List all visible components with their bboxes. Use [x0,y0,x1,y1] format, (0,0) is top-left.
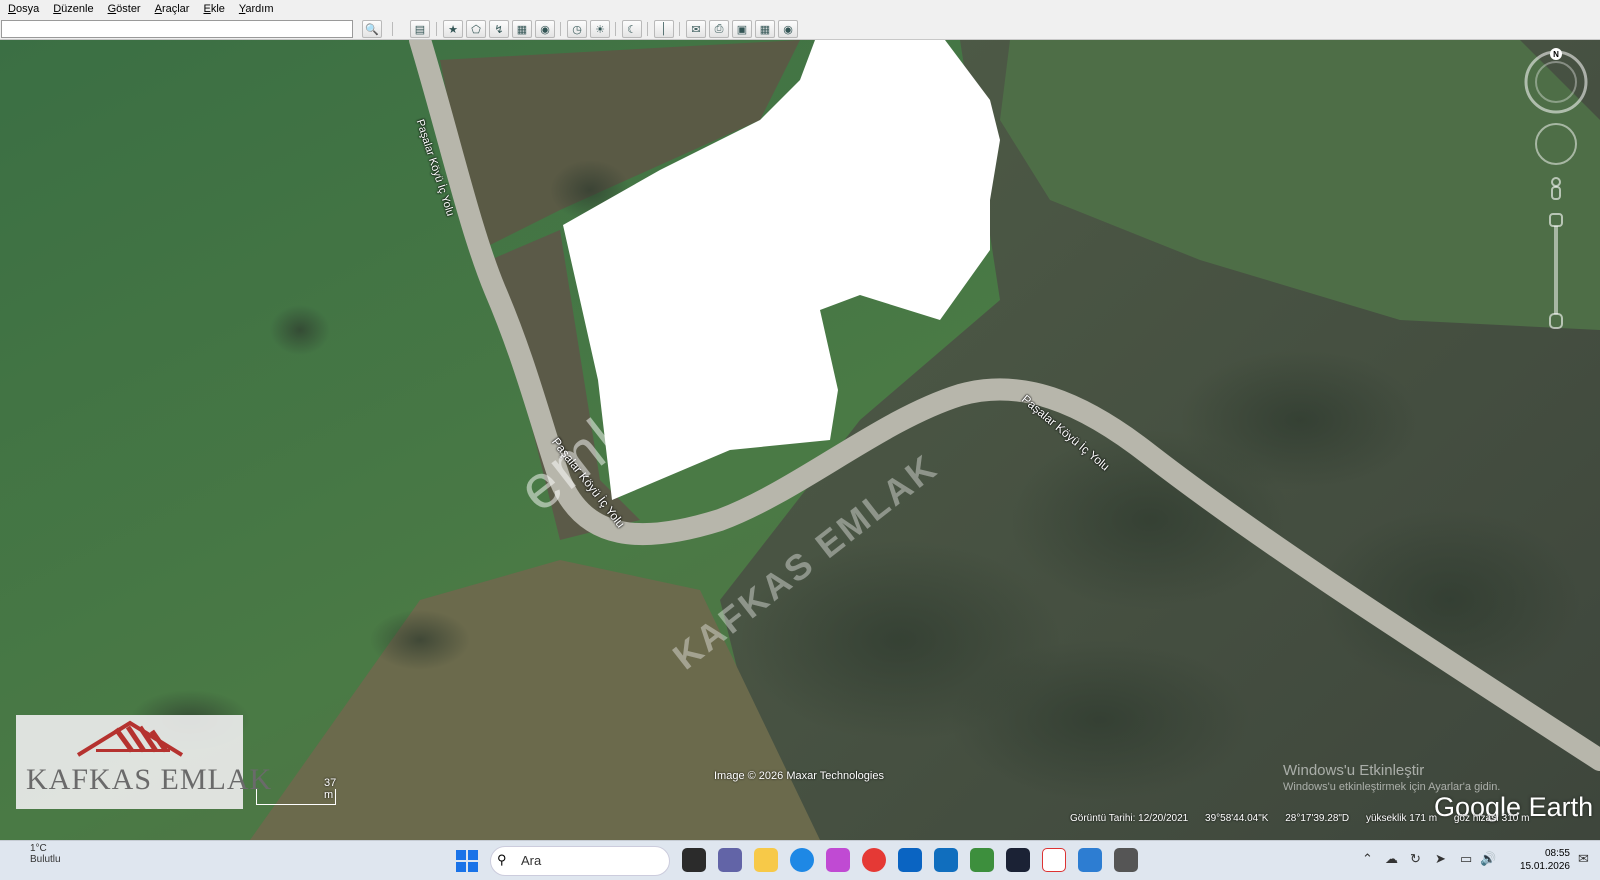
search-icon: ⚲ [497,852,507,867]
clock-date: 15.01.2026 [1519,861,1570,872]
status-bar: Görüntü Tarihi: 12/20/2021 39°58'44.04"K… [1070,813,1543,824]
vpn-icon[interactable] [1114,848,1138,872]
weather-widget[interactable]: 1°C Bulutlu [30,843,61,865]
volume-icon[interactable]: 🔊 [1480,851,1496,867]
file-explorer-icon[interactable] [754,848,778,872]
print-icon[interactable]: ⎙ [709,20,729,38]
navigation-controls: N [1520,44,1590,334]
compass-north-label: N [1553,50,1559,59]
menu-add[interactable]: Ekle [195,3,230,15]
eye-altitude: göz hizası 310 m [1453,813,1530,824]
chevron-up-icon[interactable]: ⌃ [1362,851,1373,867]
teams-icon[interactable] [718,848,742,872]
historical-imagery-icon[interactable]: ◷ [567,20,587,38]
taskbar-search[interactable]: Ara [490,846,670,876]
windows-start-icon[interactable] [455,849,479,873]
windows-taskbar: 1°C Bulutlu Ara ⚲ ⌃ ☁ ↻ ➤ ▭ 🔊 08:55 15.0… [0,840,1600,880]
earth-icon[interactable]: ◉ [778,20,798,38]
google-earth-window: Dosya Düzenle Göster Araçlar Ekle Yardım… [0,0,1600,880]
image-overlay-icon[interactable]: ▦ [512,20,532,38]
longitude: 28°17'39.28"D [1285,813,1350,824]
elevation: yükseklik 171 m [1365,813,1438,824]
taskbar-search-placeholder: Ara [521,853,542,868]
zoom-slider[interactable] [1549,213,1563,329]
ruler-icon[interactable]: │ [654,20,674,38]
save-image-icon[interactable]: ▣ [732,20,752,38]
menu-edit[interactable]: Düzenle [45,3,99,15]
network-app-icon[interactable] [970,848,994,872]
search-icon[interactable]: 🔍 [362,20,382,38]
toolbar-separator [392,22,393,36]
kafkas-emlak-logo: KAFKAS EMLAK [16,715,271,809]
compass-ring[interactable]: N [1524,48,1588,114]
send-icon[interactable]: ➤ [1435,851,1446,867]
edge-icon[interactable] [790,848,814,872]
house-roof-icon [76,720,184,757]
email-icon[interactable]: ✉ [686,20,706,38]
street-view-pegman-icon[interactable] [1551,177,1561,200]
system-clock[interactable]: 08:55 15.01.2026 [1510,847,1570,873]
menu-file[interactable]: Dosya [0,3,45,15]
remote-desktop-icon[interactable] [1078,848,1102,872]
yandex-icon[interactable] [1042,848,1066,872]
windows-activation-notice: Windows'u Etkinleştir Windows'u etkinleş… [1283,762,1500,793]
menu-view[interactable]: Göster [100,3,147,15]
look-joystick[interactable] [1535,123,1577,165]
windows-activation-title: Windows'u Etkinleştir [1283,762,1425,779]
toolbar-separator [647,22,648,36]
search-input[interactable] [1,20,353,38]
sync-icon[interactable]: ↻ [1410,851,1421,867]
monitor-icon[interactable]: ▭ [1460,851,1472,867]
imagery-date: Görüntü Tarihi: 12/20/2021 [1070,813,1189,824]
menu-help[interactable]: Yardım [231,3,280,15]
view-in-maps-icon[interactable]: ▦ [755,20,775,38]
onedrive-icon[interactable]: ☁ [1385,851,1398,867]
store-icon[interactable] [934,848,958,872]
imagery-credit: Image © 2026 Maxar Technologies [714,770,884,782]
chrome-icon[interactable] [862,848,886,872]
sidebar-toggle-icon[interactable]: ▤ [410,20,430,38]
polygon-icon[interactable]: ⬠ [466,20,486,38]
menu-tools[interactable]: Araçlar [147,3,196,15]
toolbar-separator [615,22,616,36]
menu-bar: Dosya Düzenle Göster Araçlar Ekle Yardım [0,0,1600,18]
toolbar: 🔍 ▤ ★ ⬠ ↯ ▦ ◉ ◷ ☀ ☾ │ ✉ ⎙ ▣ ▦ ◉ [0,18,1600,40]
toolbar-separator [436,22,437,36]
clock-time: 08:55 [1544,848,1570,859]
record-tour-icon[interactable]: ◉ [535,20,555,38]
latitude: 39°58'44.04"K [1205,813,1269,824]
logo-text: KAFKAS EMLAK [26,763,273,796]
weather-temperature: 1°C [30,843,47,854]
toolbar-separator [679,22,680,36]
sunlight-icon[interactable]: ☀ [590,20,610,38]
task-view-icon[interactable] [682,848,706,872]
google-earth-taskbar-icon[interactable] [1006,848,1030,872]
outlook-icon[interactable] [898,848,922,872]
path-icon[interactable]: ↯ [489,20,509,38]
placemark-icon[interactable]: ★ [443,20,463,38]
weather-description: Bulutlu [30,854,61,865]
copilot-icon[interactable] [826,848,850,872]
toolbar-separator [560,22,561,36]
planets-icon[interactable]: ☾ [622,20,642,38]
notification-icon[interactable]: ✉ [1578,851,1589,867]
